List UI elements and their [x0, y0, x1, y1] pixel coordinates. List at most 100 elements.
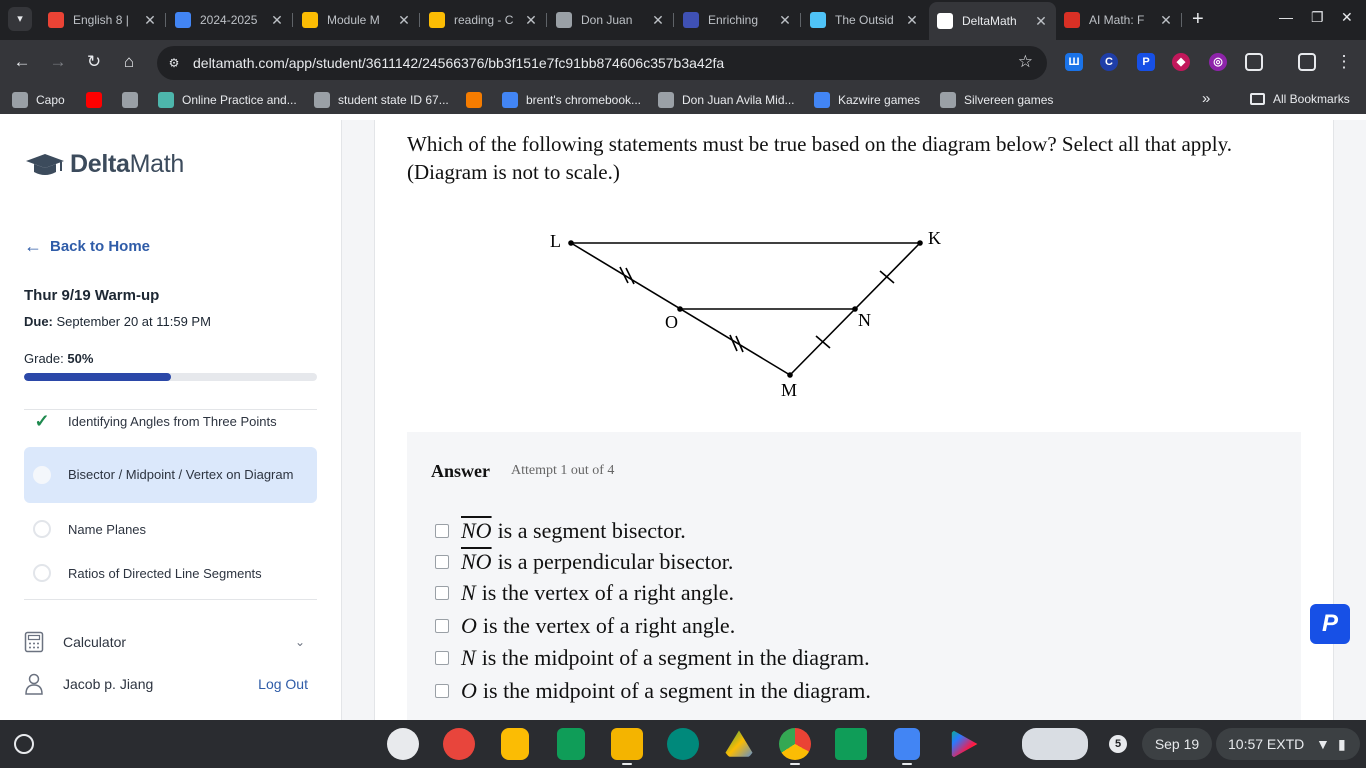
bookmark-item[interactable]: Don Juan Avila Mid... — [658, 92, 795, 108]
app-icon[interactable] — [443, 728, 475, 760]
keep-icon[interactable] — [501, 728, 529, 760]
bookmark-item[interactable]: Capo — [12, 92, 65, 108]
close-window-icon[interactable]: ✕ — [1341, 9, 1353, 26]
extension-floating-button[interactable]: P — [1310, 604, 1350, 644]
browser-tab[interactable]: reading - C ✕ — [421, 6, 547, 34]
chrome-icon[interactable] — [779, 728, 811, 760]
notification-count[interactable]: 5 — [1109, 735, 1127, 753]
bookmark-item[interactable]: Kazwire games — [814, 92, 920, 108]
reload-icon[interactable]: ↻ — [83, 52, 105, 72]
calculator-label[interactable]: Calculator — [63, 634, 126, 650]
bookmark-item[interactable] — [122, 92, 146, 108]
tab-title[interactable]: DeltaMath — [962, 14, 1032, 28]
bookmark-label[interactable]: Online Practice and... — [182, 93, 297, 107]
app-icon[interactable] — [387, 728, 419, 760]
date-tray[interactable]: Sep 19 — [1142, 728, 1212, 760]
choice-checkbox[interactable] — [435, 555, 449, 569]
docs-icon[interactable] — [894, 728, 920, 760]
bookmark-label[interactable]: Don Juan Avila Mid... — [682, 93, 795, 107]
back-label[interactable]: Back to Home — [50, 238, 150, 255]
minimize-icon[interactable]: — — [1279, 9, 1293, 25]
extension-icon[interactable]: P — [1137, 53, 1155, 71]
browser-tab[interactable]: Don Juan ✕ — [548, 6, 674, 34]
tab-close-icon[interactable]: ✕ — [522, 12, 540, 29]
bookmark-star-icon[interactable]: ☆ — [1018, 52, 1033, 72]
answer-choice[interactable]: NO is a segment bisector. — [435, 518, 686, 544]
bookmark-label[interactable]: student state ID 67... — [338, 93, 449, 107]
launcher-icon[interactable] — [14, 734, 34, 754]
tab-close-icon[interactable]: ✕ — [649, 12, 667, 29]
menu-icon[interactable]: ⋮ — [1333, 52, 1355, 72]
back-icon[interactable]: ← — [11, 52, 33, 72]
tab-close-icon[interactable]: ✕ — [776, 12, 794, 29]
holding-space-preview[interactable] — [1022, 728, 1088, 760]
home-icon[interactable]: ⌂ — [118, 52, 140, 72]
skill-label[interactable]: Identifying Angles from Three Points — [68, 414, 277, 429]
back-to-home-link[interactable]: ← Back to Home — [24, 236, 150, 257]
extension-icon[interactable]: Ш — [1065, 53, 1083, 71]
skill-item[interactable]: ✓ Identifying Angles from Three Points — [24, 410, 317, 432]
tab-title[interactable]: English 8 | — [73, 13, 141, 27]
tab-title[interactable]: The Outsid — [835, 13, 903, 27]
choice-checkbox[interactable] — [435, 684, 449, 698]
restore-icon[interactable]: ❐ — [1311, 9, 1324, 26]
browser-tab[interactable]: DeltaMath ✕ — [929, 2, 1056, 40]
puzzle-icon[interactable] — [1245, 53, 1263, 71]
site-info-icon[interactable]: ⚙ — [165, 54, 183, 72]
url-text[interactable]: deltamath.com/app/student/3611142/245663… — [193, 55, 724, 71]
all-bookmarks-folder[interactable]: All Bookmarks — [1250, 92, 1350, 106]
answer-choice[interactable]: NO is a perpendicular bisector. — [435, 549, 733, 575]
extension-icon[interactable]: C — [1100, 53, 1118, 71]
forward-icon[interactable]: → — [47, 52, 69, 72]
play-store-icon[interactable] — [951, 729, 978, 759]
classroom-icon[interactable] — [835, 728, 867, 760]
skill-label[interactable]: Name Planes — [68, 522, 146, 537]
bookmark-item[interactable] — [86, 92, 110, 108]
tab-close-icon[interactable]: ✕ — [1157, 12, 1175, 29]
tab-close-icon[interactable]: ✕ — [395, 12, 413, 29]
choice-checkbox[interactable] — [435, 619, 449, 633]
status-tray[interactable]: 10:57 EXTD ▼ ▮ — [1216, 728, 1360, 760]
tab-close-icon[interactable]: ✕ — [903, 12, 921, 29]
bookmark-label[interactable]: Silvereen games — [964, 93, 1053, 107]
bookmark-item[interactable] — [466, 92, 490, 108]
answer-choice[interactable]: Nis the midpoint of a segment in the dia… — [435, 645, 870, 671]
browser-tab[interactable]: 2024-2025 ✕ — [167, 6, 293, 34]
browser-tab[interactable]: Enriching ✕ — [675, 6, 801, 34]
browser-tab[interactable]: English 8 | ✕ — [40, 6, 166, 34]
bookmark-item[interactable]: Silvereen games — [940, 92, 1053, 108]
new-tab-button[interactable]: + — [1192, 8, 1204, 31]
all-bookmarks-label[interactable]: All Bookmarks — [1273, 92, 1350, 106]
browser-tab[interactable]: The Outsid ✕ — [802, 6, 927, 34]
bookmark-label[interactable]: Kazwire games — [838, 93, 920, 107]
skill-item[interactable]: Bisector / Midpoint / Vertex on Diagram — [24, 447, 317, 503]
calculator-toggle[interactable]: Calculator ⌄ — [24, 628, 317, 656]
tab-title[interactable]: 2024-2025 — [200, 13, 268, 27]
tab-close-icon[interactable]: ✕ — [141, 12, 159, 29]
tab-title[interactable]: AI Math: F — [1089, 13, 1157, 27]
skill-item[interactable]: Name Planes — [24, 513, 317, 545]
answer-choice[interactable]: Ois the midpoint of a segment in the dia… — [435, 678, 871, 704]
bookmark-label[interactable]: brent's chromebook... — [526, 93, 641, 107]
bookmark-item[interactable]: Online Practice and... — [158, 92, 297, 108]
answer-choice[interactable]: Nis the vertex of a right angle. — [435, 580, 734, 606]
tab-title[interactable]: reading - C — [454, 13, 522, 27]
logout-link[interactable]: Log Out — [258, 676, 308, 692]
bookmark-item[interactable]: student state ID 67... — [314, 92, 449, 108]
bookmark-label[interactable]: Capo — [36, 93, 65, 107]
chevron-down-icon[interactable]: ⌄ — [295, 635, 305, 649]
browser-tab[interactable]: Module M ✕ — [294, 6, 420, 34]
tab-title[interactable]: Module M — [327, 13, 395, 27]
answer-choice[interactable]: Ois the vertex of a right angle. — [435, 613, 735, 639]
skill-label[interactable]: Ratios of Directed Line Segments — [68, 566, 262, 581]
tab-title[interactable]: Enriching — [708, 13, 776, 27]
choice-checkbox[interactable] — [435, 651, 449, 665]
tab-search-button[interactable]: ▾ — [8, 7, 32, 31]
extension-icon[interactable]: ◎ — [1209, 53, 1227, 71]
side-panel-icon[interactable] — [1298, 53, 1316, 71]
skill-item[interactable]: Ratios of Directed Line Segments — [24, 557, 317, 589]
sheets-icon[interactable] — [557, 728, 585, 760]
drive-icon[interactable] — [723, 730, 755, 757]
browser-tab[interactable]: AI Math: F ✕ — [1056, 6, 1182, 34]
address-bar[interactable]: ⚙ deltamath.com/app/student/3611142/2456… — [157, 46, 1047, 80]
